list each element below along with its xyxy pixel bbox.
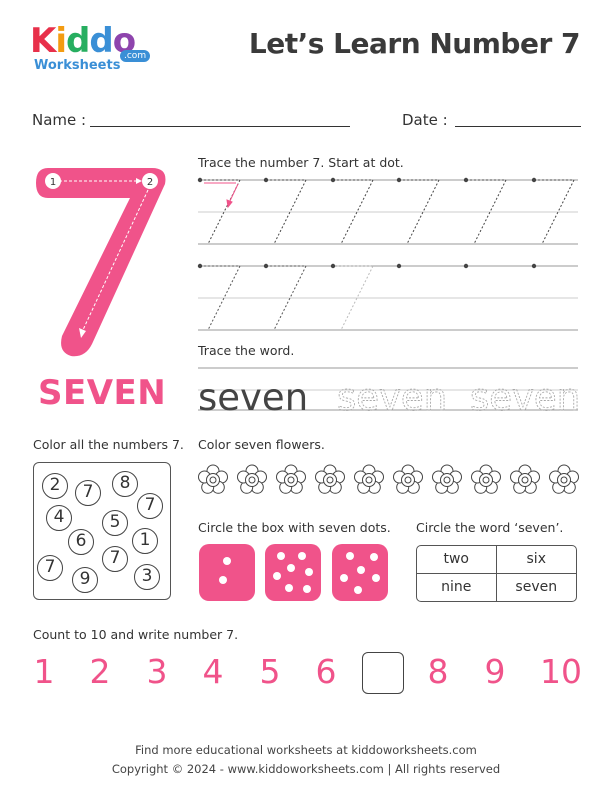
name-field-line[interactable]: [90, 126, 350, 127]
instruction-circle-word: Circle the word ‘seven’.: [416, 520, 564, 535]
brand-logo: Kiddo: [30, 21, 136, 61]
word-cell[interactable]: six: [496, 546, 576, 574]
name-label: Name :: [32, 111, 87, 129]
seven-shape: [36, 168, 166, 357]
number-bubble[interactable]: 2: [42, 473, 68, 499]
die-dot: [354, 586, 362, 594]
number-bubble[interactable]: 9: [72, 567, 98, 593]
die-dot: [223, 557, 231, 565]
flower-icon[interactable]: [198, 464, 228, 494]
footer-line-1: Find more educational worksheets at kidd…: [135, 743, 477, 757]
die-dot: [357, 566, 365, 574]
number-bubble[interactable]: 8: [112, 471, 138, 497]
number-bubble[interactable]: 7: [137, 493, 163, 519]
word-cell[interactable]: seven: [497, 574, 577, 602]
date-field-line[interactable]: [455, 126, 581, 127]
number-bubble[interactable]: 3: [134, 564, 160, 590]
number-bubble[interactable]: 7: [75, 480, 101, 506]
count-number: 9: [484, 652, 506, 691]
die-dot: [340, 574, 348, 582]
flower-icon[interactable]: [276, 464, 306, 494]
flower-icon[interactable]: [432, 464, 462, 494]
number-word: SEVEN: [38, 373, 167, 413]
word-cell[interactable]: nine: [417, 573, 497, 601]
date-label: Date :: [402, 111, 448, 129]
instruction-color-flowers: Color seven flowers.: [198, 437, 325, 452]
count-number: 5: [259, 652, 281, 691]
brand-letter: d: [89, 21, 113, 61]
die-six-dots[interactable]: [332, 544, 388, 601]
number-bubble[interactable]: 7: [37, 555, 63, 581]
instruction-count: Count to 10 and write number 7.: [33, 627, 239, 642]
flower-icon[interactable]: [315, 464, 345, 494]
count-number: 4: [202, 652, 224, 691]
die-dot: [305, 568, 313, 576]
die-dot: [277, 552, 285, 560]
brand-letter: d: [66, 21, 90, 61]
flower-icon[interactable]: [510, 464, 540, 494]
die-dot: [303, 585, 311, 593]
trace-lines-row-2: [198, 265, 578, 331]
flowers-row: [198, 464, 579, 494]
number-bubble[interactable]: 7: [102, 546, 128, 572]
flower-icon[interactable]: [354, 464, 384, 494]
die-dot: [298, 552, 306, 560]
word-cell[interactable]: two: [417, 546, 497, 574]
trace-number-area[interactable]: [196, 172, 581, 337]
count-number: 6: [315, 652, 337, 691]
die-two-dots[interactable]: [199, 544, 255, 601]
die-dot: [219, 576, 227, 584]
number-bubble[interactable]: 6: [68, 529, 94, 555]
die-dot: [287, 564, 295, 572]
instruction-circle-box: Circle the box with seven dots.: [198, 520, 391, 535]
trace-word-dotted: seven: [337, 376, 447, 417]
brand-domain-badge: .com: [120, 50, 151, 62]
trace-word-solid: seven: [198, 376, 308, 417]
footer-copyright: Copyright © 2024 - www.kiddoworksheets.c…: [111, 762, 501, 776]
flower-icon[interactable]: [393, 464, 423, 494]
count-number: 3: [146, 652, 168, 691]
brand-subtitle: Worksheets: [34, 58, 121, 73]
word-table: two six nine seven: [416, 545, 577, 602]
start-dot-1-label: 1: [50, 177, 56, 188]
die-dot: [370, 553, 378, 561]
count-number: 8: [427, 652, 449, 691]
die-dot: [273, 572, 281, 580]
number-bubble[interactable]: 1: [132, 528, 158, 554]
big-number-seven: 1 2: [36, 168, 166, 357]
flower-icon[interactable]: [549, 464, 579, 494]
write-seven-box[interactable]: [362, 652, 404, 694]
instruction-trace-number: Trace the number 7. Start at dot.: [198, 155, 404, 170]
die-dot: [372, 574, 380, 582]
trace-word-dotted: seven: [470, 376, 580, 417]
instruction-trace-word: Trace the word.: [198, 343, 295, 358]
instruction-color-numbers: Color all the numbers 7.: [33, 437, 184, 452]
count-number: 10: [540, 652, 582, 691]
die-seven-dots[interactable]: [265, 544, 321, 601]
die-dot: [346, 552, 354, 560]
page-title: Let’s Learn Number 7: [248, 27, 581, 60]
die-dot: [285, 584, 293, 592]
number-bubble[interactable]: 5: [102, 510, 128, 536]
trace-lines-row-1: [198, 179, 578, 245]
count-number: 1: [33, 652, 55, 691]
brand-letter: K: [30, 21, 56, 61]
number-grid-box: 2 7 8 7 4 5 6 1 7 7 9 3: [33, 462, 171, 600]
number-bubble[interactable]: 4: [46, 505, 72, 531]
brand-letter: i: [55, 21, 67, 61]
flower-icon[interactable]: [471, 464, 501, 494]
trace-word-area[interactable]: seven seven seven: [196, 362, 581, 417]
flower-icon[interactable]: [237, 464, 267, 494]
start-dot-2-label: 2: [147, 177, 153, 188]
guide-arrow-icon: [204, 182, 239, 209]
count-number: 2: [89, 652, 111, 691]
